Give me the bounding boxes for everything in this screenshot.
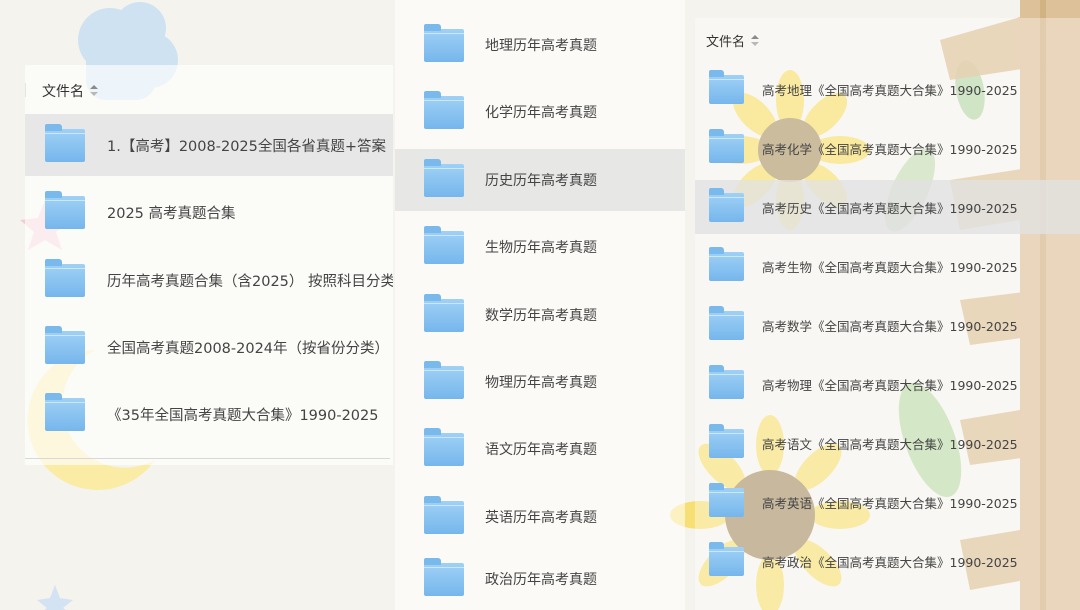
file-name: 数学历年高考真题 — [485, 308, 597, 324]
column-header-label: 文件名 — [706, 35, 746, 50]
list-item[interactable]: 物理历年高考真题 — [395, 351, 685, 413]
left-file-list: 文件名 1.【高考】2008-2025全国各省真题+答案 2025 高考真题合集… — [25, 65, 393, 465]
folder-icon — [424, 557, 464, 596]
middle-file-list: 地理历年高考真题 化学历年高考真题 历史历年高考真题 生物历年高考真题 数学历年… — [395, 0, 685, 610]
column-header-filename[interactable]: 文件名 — [706, 31, 760, 50]
folder-icon — [709, 305, 744, 340]
list-item[interactable]: 地理历年高考真题 — [395, 14, 685, 76]
folder-icon — [424, 90, 464, 129]
file-name: 高考英语《全国高考真题大合集》1990-2025 — [762, 495, 1018, 511]
list-item[interactable]: 2025 高考真题合集 — [25, 181, 393, 243]
list-item[interactable]: 数学历年高考真题 — [395, 284, 685, 346]
folder-icon — [424, 293, 464, 332]
folder-icon — [45, 190, 85, 229]
folder-icon — [424, 427, 464, 466]
folder-icon — [424, 495, 464, 534]
list-item[interactable]: 高考历史《全国高考真题大合集》1990-2025 — [695, 180, 1080, 234]
folder-icon — [424, 225, 464, 264]
file-name: 政治历年高考真题 — [485, 572, 597, 588]
file-name: 化学历年高考真题 — [485, 105, 597, 121]
file-name: 高考语文《全国高考真题大合集》1990-2025 — [762, 436, 1018, 452]
list-item[interactable]: 1.【高考】2008-2025全国各省真题+答案 — [25, 114, 393, 176]
file-name: 高考政治《全国高考真题大合集》1990-2025 — [762, 554, 1018, 570]
folder-icon — [45, 258, 85, 297]
list-item[interactable]: 历史历年高考真题 — [395, 149, 685, 211]
file-name: 物理历年高考真题 — [485, 375, 597, 391]
folder-icon — [709, 187, 744, 222]
file-name: 高考物理《全国高考真题大合集》1990-2025 — [762, 377, 1018, 393]
list-item[interactable]: 高考地理《全国高考真题大合集》1990-2025 — [695, 62, 1080, 116]
file-name: 高考地理《全国高考真题大合集》1990-2025 — [762, 82, 1018, 98]
divider — [25, 458, 390, 459]
folder-icon — [709, 423, 744, 458]
file-name: 历年高考真题合集（含2025） 按照科目分类 — [107, 273, 393, 290]
file-name: 2025 高考真题合集 — [107, 205, 236, 222]
list-item[interactable]: 全国高考真题2008-2024年（按省份分类） — [25, 316, 393, 378]
file-name: 高考化学《全国高考真题大合集》1990-2025 — [762, 141, 1018, 157]
folder-icon — [424, 23, 464, 62]
list-item[interactable]: 高考物理《全国高考真题大合集》1990-2025 — [695, 357, 1080, 411]
folder-icon — [709, 364, 744, 399]
right-file-list: 文件名 高考地理《全国高考真题大合集》1990-2025 高考化学《全国高考真题… — [695, 18, 1080, 610]
list-item[interactable]: 历年高考真题合集（含2025） 按照科目分类 — [25, 249, 393, 311]
column-header-filename[interactable]: 文件名 — [42, 81, 98, 101]
file-name: 历史历年高考真题 — [485, 173, 597, 189]
file-name: 全国高考真题2008-2024年（按省份分类） — [107, 340, 390, 357]
folder-icon — [45, 123, 85, 162]
folder-icon — [45, 392, 85, 431]
column-header-label: 文件名 — [42, 84, 84, 100]
list-item[interactable]: 英语历年高考真题 — [395, 486, 685, 548]
list-item[interactable]: 生物历年高考真题 — [395, 216, 685, 278]
sort-icon[interactable] — [90, 85, 98, 97]
folder-icon — [424, 158, 464, 197]
file-name: 《35年全国高考真题大合集》1990-2025 — [107, 407, 379, 424]
folder-icon — [709, 69, 744, 104]
folder-icon — [709, 541, 744, 576]
folder-icon — [709, 246, 744, 281]
list-item[interactable]: 《35年全国高考真题大合集》1990-2025 — [25, 383, 393, 445]
list-item[interactable]: 高考政治《全国高考真题大合集》1990-2025 — [695, 534, 1080, 588]
sort-icon[interactable] — [751, 34, 760, 47]
file-name: 高考数学《全国高考真题大合集》1990-2025 — [762, 318, 1018, 334]
folder-icon — [45, 325, 85, 364]
file-name: 生物历年高考真题 — [485, 240, 597, 256]
list-item[interactable]: 高考数学《全国高考真题大合集》1990-2025 — [695, 298, 1080, 352]
list-item[interactable]: 高考化学《全国高考真题大合集》1990-2025 — [695, 121, 1080, 175]
file-name: 地理历年高考真题 — [485, 38, 597, 54]
list-item[interactable]: 高考英语《全国高考真题大合集》1990-2025 — [695, 475, 1080, 529]
file-name: 高考生物《全国高考真题大合集》1990-2025 — [762, 259, 1018, 275]
list-item[interactable]: 高考语文《全国高考真题大合集》1990-2025 — [695, 416, 1080, 470]
folder-icon — [424, 360, 464, 399]
list-item[interactable]: 政治历年高考真题 — [395, 548, 685, 610]
file-name: 1.【高考】2008-2025全国各省真题+答案 — [107, 138, 387, 155]
folder-icon — [709, 482, 744, 517]
file-name: 语文历年高考真题 — [485, 442, 597, 458]
list-item[interactable]: 化学历年高考真题 — [395, 81, 685, 143]
list-item[interactable]: 语文历年高考真题 — [395, 418, 685, 480]
list-item[interactable]: 高考生物《全国高考真题大合集》1990-2025 — [695, 239, 1080, 293]
file-name: 英语历年高考真题 — [485, 510, 597, 526]
folder-icon — [709, 128, 744, 163]
file-name: 高考历史《全国高考真题大合集》1990-2025 — [762, 200, 1018, 216]
